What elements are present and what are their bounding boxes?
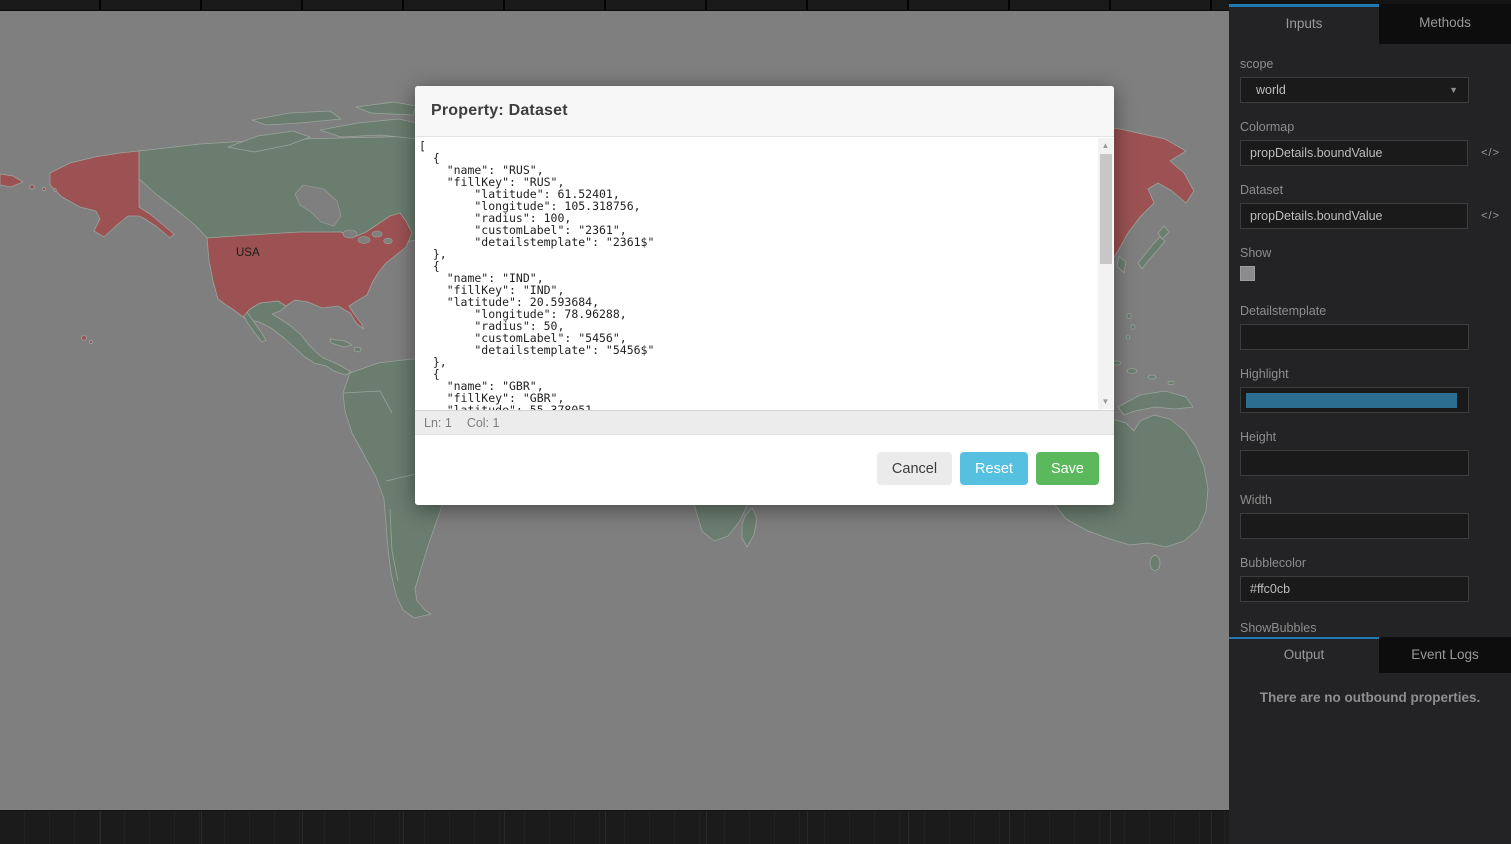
- property-dataset-modal: Property: Dataset [ { "name": "RUS", "fi…: [415, 86, 1114, 505]
- code-editor[interactable]: [ { "name": "RUS", "fillKey": "RUS", "la…: [415, 137, 1114, 411]
- colormap-input[interactable]: [1240, 140, 1468, 166]
- highlight-input[interactable]: [1240, 387, 1469, 413]
- column-indicator: Col: 1: [467, 416, 500, 430]
- save-button[interactable]: Save: [1036, 452, 1099, 485]
- tab-methods[interactable]: Methods: [1379, 4, 1511, 44]
- show-label: Show: [1240, 246, 1500, 260]
- colormap-label: Colormap: [1240, 120, 1500, 134]
- map-canvas: USA Property: Dataset [ { "name": "RUS",…: [0, 0, 1229, 844]
- cancel-button[interactable]: Cancel: [877, 452, 952, 485]
- code-icon[interactable]: </>: [1481, 210, 1500, 222]
- scope-label: scope: [1240, 57, 1500, 71]
- field-width: Width: [1240, 493, 1500, 539]
- highlight-color-bar: [1246, 393, 1457, 408]
- field-highlight: Highlight: [1240, 367, 1500, 413]
- output-body: There are no outbound properties.: [1229, 673, 1511, 808]
- field-dataset: Dataset </>: [1240, 183, 1500, 229]
- bubblecolor-input[interactable]: [1240, 576, 1469, 602]
- scrollbar-track[interactable]: [1098, 153, 1113, 394]
- top-toolbar: [0, 0, 1229, 11]
- editor-content[interactable]: [ { "name": "RUS", "fillKey": "RUS", "la…: [415, 137, 1114, 411]
- tab-event-logs[interactable]: Event Logs: [1379, 637, 1511, 673]
- bubblecolor-label: Bubblecolor: [1240, 556, 1500, 570]
- modal-header: Property: Dataset: [415, 86, 1114, 137]
- show-checkbox[interactable]: [1240, 266, 1255, 281]
- height-input[interactable]: [1240, 450, 1469, 476]
- output-tabbar: Output Event Logs: [1229, 637, 1511, 673]
- code-icon[interactable]: </>: [1481, 147, 1500, 159]
- width-input[interactable]: [1240, 513, 1469, 539]
- tab-inputs[interactable]: Inputs: [1229, 4, 1379, 44]
- height-label: Height: [1240, 430, 1500, 444]
- bottom-timeline-ruler: [0, 810, 1229, 844]
- field-height: Height: [1240, 430, 1500, 476]
- highlight-label: Highlight: [1240, 367, 1500, 381]
- scope-select[interactable]: world ▼: [1240, 77, 1469, 103]
- field-scope: scope world ▼: [1240, 57, 1500, 103]
- properties-sidebar: Inputs Methods scope world ▼ Colormap </…: [1229, 0, 1511, 844]
- modal-title: Property: Dataset: [431, 102, 568, 120]
- detailstemplate-label: Detailstemplate: [1240, 304, 1500, 318]
- dataset-label: Dataset: [1240, 183, 1500, 197]
- scroll-up-icon[interactable]: ▲: [1098, 138, 1113, 153]
- field-detailstemplate: Detailstemplate: [1240, 304, 1500, 350]
- detailstemplate-input[interactable]: [1240, 324, 1469, 350]
- usa-label: USA: [236, 247, 260, 259]
- field-bubblecolor: Bubblecolor: [1240, 556, 1500, 602]
- scope-select-value: world: [1256, 83, 1286, 97]
- reset-button[interactable]: Reset: [960, 452, 1028, 485]
- line-indicator: Ln: 1: [424, 416, 452, 430]
- tab-output[interactable]: Output: [1229, 637, 1379, 673]
- field-show: Show: [1240, 246, 1500, 281]
- field-showbubbles: ShowBubbles: [1240, 619, 1500, 637]
- scrollbar-thumb[interactable]: [1100, 154, 1112, 264]
- dataset-input[interactable]: [1240, 203, 1468, 229]
- input-fields-panel: scope world ▼ Colormap </> Dataset </> S…: [1229, 44, 1511, 637]
- editor-statusbar: Ln: 1 Col: 1: [415, 411, 1114, 435]
- scroll-down-icon[interactable]: ▼: [1098, 394, 1113, 409]
- editor-scrollbar[interactable]: ▲ ▼: [1098, 138, 1113, 409]
- output-empty-message: There are no outbound properties.: [1260, 690, 1481, 705]
- field-colormap: Colormap </>: [1240, 120, 1500, 166]
- width-label: Width: [1240, 493, 1500, 507]
- country-japan: [1138, 237, 1165, 269]
- sidebar-tabbar: Inputs Methods: [1229, 0, 1511, 44]
- output-panel: Output Event Logs There are no outbound …: [1229, 637, 1511, 808]
- chevron-down-icon: ▼: [1449, 85, 1458, 95]
- showbubbles-label: ShowBubbles: [1240, 621, 1316, 635]
- modal-footer: Cancel Reset Save: [415, 435, 1114, 503]
